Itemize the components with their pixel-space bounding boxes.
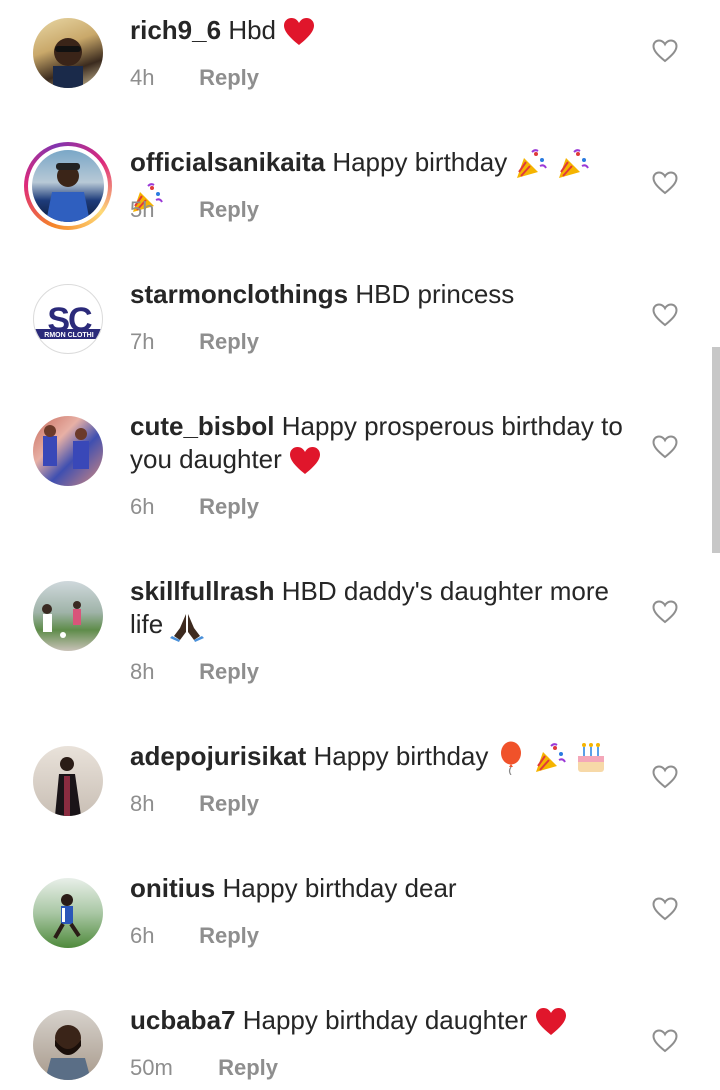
comment-meta: 6h Reply (130, 494, 259, 520)
comment-username[interactable]: skillfullrash (130, 576, 275, 606)
comment-body: Happy birthday dear (222, 873, 457, 903)
avatar[interactable] (33, 581, 103, 651)
folded-hands-icon (170, 614, 205, 643)
comment-time: 50m (130, 1055, 173, 1080)
avatar[interactable] (33, 416, 103, 486)
party-popper-icon (517, 149, 548, 179)
comment-text: rich9_6 Hbd (130, 14, 630, 47)
comment-body: HBD princess (355, 279, 515, 309)
reply-button[interactable]: Reply (199, 197, 259, 222)
avatar[interactable] (33, 1010, 103, 1080)
avatar[interactable]: SC RMON CLOTHI (33, 284, 103, 354)
comment-meta: 4h Reply (130, 65, 259, 91)
comment-meta: 50m Reply (130, 1055, 278, 1081)
reply-button[interactable]: Reply (199, 494, 259, 519)
like-heart-icon[interactable] (652, 38, 678, 64)
red-heart-icon (290, 447, 321, 475)
comment-body: Happy birthday (313, 741, 489, 771)
comment-time: 8h (130, 791, 155, 816)
comment-username[interactable]: rich9_6 (130, 15, 221, 45)
comment-time: 7h (130, 329, 155, 354)
comment-text: skillfullrash HBD daddy's daughter more … (130, 575, 630, 643)
party-popper-icon (535, 743, 566, 773)
comment-body: Happy birthday (332, 147, 508, 177)
comment-time: 4h (130, 65, 155, 90)
like-heart-icon[interactable] (652, 170, 678, 196)
avatar-story-ring[interactable] (24, 142, 112, 230)
scrollbar[interactable] (712, 347, 720, 553)
comment-username[interactable]: onitius (130, 873, 215, 903)
red-heart-icon (284, 18, 315, 46)
avatar[interactable] (33, 746, 103, 816)
comment-body: Happy birthday daughter (242, 1005, 528, 1035)
comment-text: starmonclothings HBD princess (130, 278, 630, 311)
avatar-logo-caption: RMON CLOTHI (44, 332, 93, 339)
reply-button[interactable]: Reply (218, 1055, 278, 1080)
reply-button[interactable]: Reply (199, 923, 259, 948)
red-heart-icon (535, 1008, 566, 1036)
comment-time: 8h (130, 659, 155, 684)
like-heart-icon[interactable] (652, 302, 678, 328)
comment-meta: 5h Reply (130, 197, 259, 223)
comment-meta: 7h Reply (130, 329, 259, 355)
avatar[interactable] (33, 878, 103, 948)
comment-text: ucbaba7 Happy birthday daughter (130, 1004, 630, 1037)
like-heart-icon[interactable] (652, 1028, 678, 1054)
birthday-cake-icon (578, 743, 605, 773)
comment-body: Hbd (228, 15, 277, 45)
reply-button[interactable]: Reply (199, 659, 259, 684)
comment-username[interactable]: cute_bisbol (130, 411, 274, 441)
reply-button[interactable]: Reply (199, 329, 259, 354)
comment-username[interactable]: officialsanikaita (130, 147, 325, 177)
comment-username[interactable]: ucbaba7 (130, 1005, 236, 1035)
comment-meta: 8h Reply (130, 791, 259, 817)
comment-meta: 6h Reply (130, 923, 259, 949)
avatar[interactable] (33, 18, 103, 88)
like-heart-icon[interactable] (652, 434, 678, 460)
comment-meta: 8h Reply (130, 659, 259, 685)
reply-button[interactable]: Reply (199, 791, 259, 816)
comment-text: cute_bisbol Happy prosperous birthday to… (130, 410, 630, 476)
comment-time: 6h (130, 494, 155, 519)
comment-time: 5h (130, 197, 155, 222)
avatar (32, 150, 104, 222)
like-heart-icon[interactable] (652, 764, 678, 790)
like-heart-icon[interactable] (652, 896, 678, 922)
comment-time: 6h (130, 923, 155, 948)
party-popper-icon (558, 149, 589, 179)
comment-text: adepojurisikat Happy birthday (130, 740, 630, 776)
comment-text: onitius Happy birthday dear (130, 872, 630, 905)
comment-username[interactable]: adepojurisikat (130, 741, 306, 771)
comment-username[interactable]: starmonclothings (130, 279, 348, 309)
reply-button[interactable]: Reply (199, 65, 259, 90)
like-heart-icon[interactable] (652, 599, 678, 625)
balloon-icon (500, 741, 521, 776)
